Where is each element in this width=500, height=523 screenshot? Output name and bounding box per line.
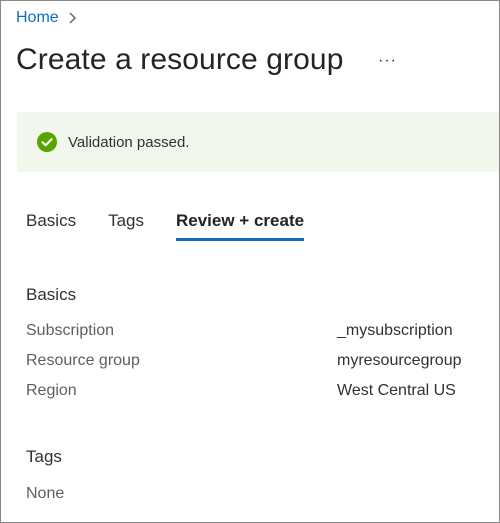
resource-group-label: Resource group <box>26 352 140 369</box>
chevron-right-icon <box>68 11 78 25</box>
basics-section-title: Basics <box>26 285 77 304</box>
tab-tags[interactable]: Tags <box>108 211 144 239</box>
tab-review-create[interactable]: Review + create <box>176 211 305 241</box>
create-resource-group-blade: Home Create a resource group ··· Validat… <box>0 0 500 523</box>
title-row: Create a resource group ··· <box>16 43 399 77</box>
subscription-label: Subscription <box>26 322 115 339</box>
validation-banner: Validation passed. <box>17 112 499 172</box>
page-title: Create a resource group <box>16 43 344 76</box>
tags-value: None <box>26 485 65 502</box>
tags-section-title: Tags <box>26 447 62 466</box>
breadcrumb: Home <box>16 9 78 27</box>
check-circle-icon <box>37 132 57 152</box>
region-label: Region <box>26 382 77 399</box>
breadcrumb-home-link[interactable]: Home <box>16 9 59 27</box>
region-value: West Central US <box>337 382 456 399</box>
tab-list: Basics Tags Review + create <box>26 211 305 241</box>
ellipsis-icon: ··· <box>377 52 397 69</box>
tab-basics[interactable]: Basics <box>26 211 76 239</box>
more-options-button[interactable]: ··· <box>375 51 399 71</box>
subscription-value: _mysubscription <box>337 322 453 339</box>
validation-message: Validation passed. <box>68 133 190 151</box>
resource-group-value: myresourcegroup <box>337 352 462 369</box>
